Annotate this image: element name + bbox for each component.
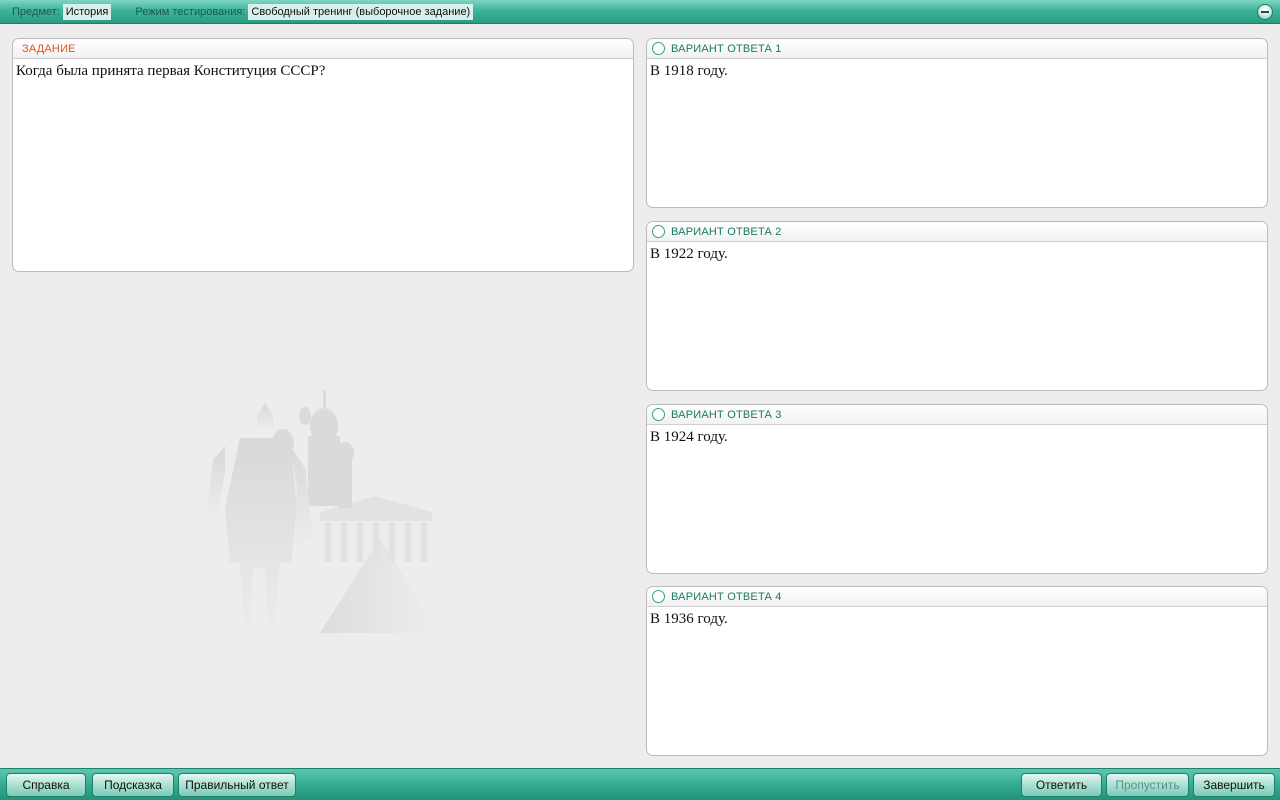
answer-option-2-label: ВАРИАНТ ОТВЕТА 2	[671, 225, 782, 238]
mode-label: Режим тестирования:	[135, 5, 246, 18]
subject-value: История	[62, 3, 112, 20]
answer-option-4-label: ВАРИАНТ ОТВЕТА 4	[671, 590, 782, 603]
answer-option-2-text[interactable]: В 1922 году.	[647, 242, 1267, 267]
task-panel: ЗАДАНИЕ Когда была принята первая Консти…	[12, 38, 634, 272]
answer-option-4[interactable]: ВАРИАНТ ОТВЕТА 4 В 1936 году.	[646, 586, 1268, 756]
radio-icon[interactable]	[652, 225, 665, 238]
answer-option-3-label: ВАРИАНТ ОТВЕТА 3	[671, 408, 782, 421]
hint-button[interactable]: Подсказка	[92, 773, 174, 797]
top-bar: Предмет: История Режим тестирования: Сво…	[0, 0, 1280, 24]
answer-option-3-text[interactable]: В 1924 году.	[647, 425, 1267, 450]
history-watermark-illustration	[207, 390, 440, 633]
answer-option-4-heading[interactable]: ВАРИАНТ ОТВЕТА 4	[647, 587, 1267, 607]
answer-option-1[interactable]: ВАРИАНТ ОТВЕТА 1 В 1918 году.	[646, 38, 1268, 208]
subject-label: Предмет:	[12, 5, 60, 18]
minus-icon	[1261, 11, 1269, 13]
radio-icon[interactable]	[652, 42, 665, 55]
radio-icon[interactable]	[652, 590, 665, 603]
submit-answer-button[interactable]: Ответить	[1021, 773, 1102, 797]
answer-option-3[interactable]: ВАРИАНТ ОТВЕТА 3 В 1924 году.	[646, 404, 1268, 574]
skip-button[interactable]: Пропустить	[1106, 773, 1189, 797]
mode-value: Свободный тренинг (выборочное задание)	[248, 3, 474, 20]
answer-option-1-text[interactable]: В 1918 году.	[647, 59, 1267, 84]
answer-option-2-heading[interactable]: ВАРИАНТ ОТВЕТА 2	[647, 222, 1267, 242]
answer-option-2[interactable]: ВАРИАНТ ОТВЕТА 2 В 1922 году.	[646, 221, 1268, 391]
task-heading: ЗАДАНИЕ	[13, 39, 633, 59]
answer-option-3-heading[interactable]: ВАРИАНТ ОТВЕТА 3	[647, 405, 1267, 425]
radio-icon[interactable]	[652, 408, 665, 421]
finish-button[interactable]: Завершить	[1193, 773, 1275, 797]
help-button[interactable]: Справка	[6, 773, 86, 797]
bottom-toolbar: Справка Подсказка Правильный ответ Ответ…	[0, 768, 1280, 800]
correct-answer-button[interactable]: Правильный ответ	[178, 773, 296, 797]
task-text: Когда была принята первая Конституция СС…	[16, 63, 326, 79]
answer-option-1-heading[interactable]: ВАРИАНТ ОТВЕТА 1	[647, 39, 1267, 59]
minimize-button[interactable]	[1257, 4, 1273, 20]
answer-option-4-text[interactable]: В 1936 году.	[647, 607, 1267, 632]
answer-option-1-label: ВАРИАНТ ОТВЕТА 1	[671, 42, 782, 55]
